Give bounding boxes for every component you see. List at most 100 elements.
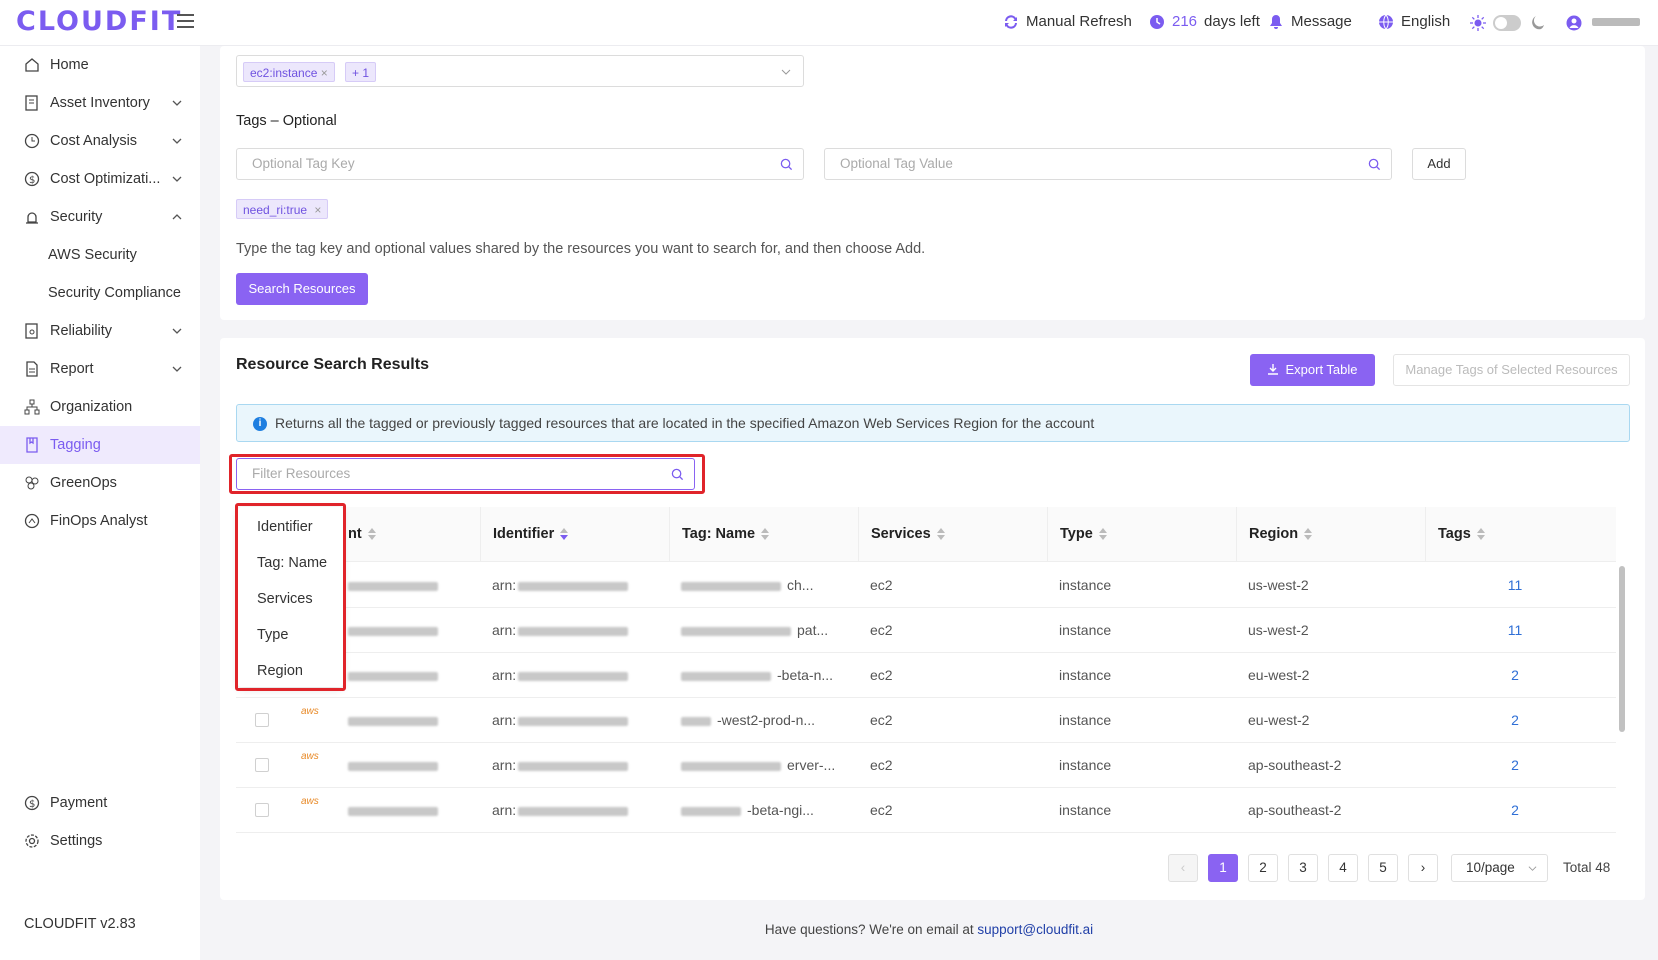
- search-resources-button[interactable]: Search Resources: [236, 273, 368, 305]
- page-3-button[interactable]: 3: [1288, 854, 1318, 882]
- region-cell: ap-southeast-2: [1248, 802, 1342, 818]
- tags-count-link[interactable]: 2: [1425, 653, 1605, 697]
- resource-type-chip[interactable]: ec2:instance ×: [243, 62, 335, 82]
- export-table-button[interactable]: Export Table: [1250, 354, 1375, 386]
- table-row[interactable]: arn: pat... ec2 instance us-west-2 11: [236, 608, 1616, 653]
- identifier-cell[interactable]: arn:: [480, 653, 650, 697]
- region-cell: ap-southeast-2: [1248, 757, 1342, 773]
- sidebar-item-label: Security: [50, 209, 103, 225]
- sidebar-item-reliability[interactable]: Reliability: [0, 312, 200, 350]
- sidebar-item-finops-analyst[interactable]: FinOps Analyst: [0, 502, 200, 540]
- inventory-icon: [25, 95, 38, 111]
- sort-icon: [1098, 528, 1107, 541]
- next-page-button[interactable]: ›: [1408, 854, 1438, 882]
- language-selector[interactable]: English: [1378, 13, 1450, 30]
- row-checkbox[interactable]: [255, 803, 269, 817]
- row-checkbox[interactable]: [255, 713, 269, 727]
- column-header-tags[interactable]: Tags: [1425, 507, 1605, 562]
- identifier-cell[interactable]: arn:: [480, 743, 650, 787]
- page-1-button[interactable]: 1: [1208, 854, 1238, 882]
- table-row[interactable]: arn: ch... ec2 instance us-west-2 11: [236, 563, 1616, 608]
- prev-page-button[interactable]: ‹: [1168, 854, 1198, 882]
- sidebar-item-label: Tagging: [50, 437, 101, 453]
- table-row[interactable]: arn: -beta-n... ec2 instance eu-west-2 2: [236, 653, 1616, 698]
- sidebar-item-label: FinOps Analyst: [50, 513, 148, 529]
- tags-count-link[interactable]: 2: [1425, 743, 1605, 787]
- column-header-identifier[interactable]: Identifier: [480, 507, 669, 562]
- column-header-tag-name[interactable]: Tag: Name: [669, 507, 858, 562]
- message-label: Message: [1291, 13, 1352, 30]
- message-button[interactable]: Message: [1268, 13, 1352, 30]
- sidebar-item-label: Reliability: [50, 323, 113, 339]
- identifier-cell[interactable]: arn:: [480, 698, 650, 742]
- info-alert: i Returns all the tagged or previously t…: [236, 404, 1630, 442]
- sidebar-item-label: AWS Security: [48, 247, 137, 263]
- bell-icon: [1270, 14, 1282, 29]
- search-icon: [1368, 158, 1381, 171]
- sidebar-item-greenops[interactable]: GreenOps: [0, 464, 200, 502]
- tag-chip[interactable]: need_ri:true ×: [236, 199, 329, 219]
- alarm-icon: [26, 212, 38, 224]
- total-count: Total 48: [1563, 860, 1611, 875]
- menu-toggle-icon[interactable]: [177, 14, 194, 28]
- tag-value-placeholder: Optional Tag Value: [840, 156, 953, 171]
- page-5-button[interactable]: 5: [1368, 854, 1398, 882]
- sidebar-item-home[interactable]: Home: [0, 46, 200, 84]
- identifier-cell[interactable]: arn:: [480, 563, 650, 607]
- close-icon[interactable]: ×: [321, 66, 328, 80]
- tags-count-link[interactable]: 11: [1425, 608, 1605, 652]
- report-icon: [26, 361, 38, 377]
- sort-icon: [1476, 528, 1485, 541]
- column-label: Type: [1060, 526, 1093, 542]
- row-checkbox[interactable]: [255, 758, 269, 772]
- user-name-redacted[interactable]: [1592, 18, 1640, 26]
- column-header-services[interactable]: Services: [858, 507, 1047, 562]
- sidebar-item-settings[interactable]: Settings: [0, 822, 200, 860]
- sidebar-item-asset-inventory[interactable]: Asset Inventory: [0, 84, 200, 122]
- sidebar-item-tagging[interactable]: Tagging: [0, 426, 200, 464]
- service-cell: ec2: [870, 757, 893, 773]
- aws-logo: aws: [301, 706, 319, 717]
- tags-count-link[interactable]: 2: [1425, 788, 1605, 832]
- page-2-button[interactable]: 2: [1248, 854, 1278, 882]
- manage-tags-button[interactable]: Manage Tags of Selected Resources: [1393, 354, 1630, 386]
- page-4-button[interactable]: 4: [1328, 854, 1358, 882]
- column-header-region[interactable]: Region: [1236, 507, 1425, 562]
- footer: Have questions? We're on email at suppor…: [0, 922, 1658, 937]
- sidebar-item-payment[interactable]: $ Payment: [0, 784, 200, 822]
- page-size-select[interactable]: 10/page: [1451, 854, 1548, 882]
- user-icon[interactable]: [1566, 15, 1582, 31]
- sidebar-item-organization[interactable]: Organization: [0, 388, 200, 426]
- resource-type-select[interactable]: ec2:instance × + 1: [236, 55, 804, 87]
- more-chip[interactable]: + 1: [345, 62, 377, 82]
- sidebar-item-report[interactable]: Report: [0, 350, 200, 388]
- tag-icon: [26, 437, 38, 453]
- app-logo[interactable]: CLOUDFIT: [16, 6, 182, 37]
- add-tag-button[interactable]: Add: [1412, 148, 1466, 180]
- sidebar-item-security[interactable]: Security: [0, 198, 200, 236]
- support-email-link[interactable]: support@cloudfit.ai: [977, 922, 1093, 937]
- manual-refresh-button[interactable]: Manual Refresh: [1003, 13, 1132, 30]
- sidebar-item-security-compliance[interactable]: Security Compliance: [0, 274, 200, 312]
- tag-key-input[interactable]: Optional Tag Key: [236, 148, 804, 180]
- column-header-account[interactable]: nt: [336, 507, 460, 562]
- column-header-type[interactable]: Type: [1047, 507, 1236, 562]
- footer-text: Have questions? We're on email at: [764, 922, 978, 937]
- language-label: English: [1401, 13, 1451, 30]
- tags-count-link[interactable]: 2: [1425, 698, 1605, 742]
- sidebar-item-cost-analysis[interactable]: Cost Analysis: [0, 122, 200, 160]
- table-row[interactable]: aws arn: erver-... ec2 instance ap-south…: [236, 743, 1616, 788]
- identifier-cell[interactable]: arn:: [480, 788, 650, 832]
- table-row[interactable]: aws arn: -beta-ngi... ec2 instance ap-so…: [236, 788, 1616, 833]
- tag-value-input[interactable]: Optional Tag Value: [824, 148, 1392, 180]
- highlight-box-dropdown: [235, 503, 346, 691]
- sidebar-item-aws-security[interactable]: AWS Security: [0, 236, 200, 274]
- close-icon[interactable]: ×: [314, 203, 321, 217]
- table-scrollbar[interactable]: [1616, 560, 1626, 830]
- region-cell: eu-west-2: [1248, 712, 1310, 728]
- sidebar-item-cost-optimization[interactable]: $ Cost Optimizati...: [0, 160, 200, 198]
- table-row[interactable]: aws arn: -west2-prod-n... ec2 instance e…: [236, 698, 1616, 743]
- identifier-cell[interactable]: arn:: [480, 608, 650, 652]
- theme-toggle[interactable]: [1493, 15, 1521, 31]
- tags-count-link[interactable]: 11: [1425, 563, 1605, 607]
